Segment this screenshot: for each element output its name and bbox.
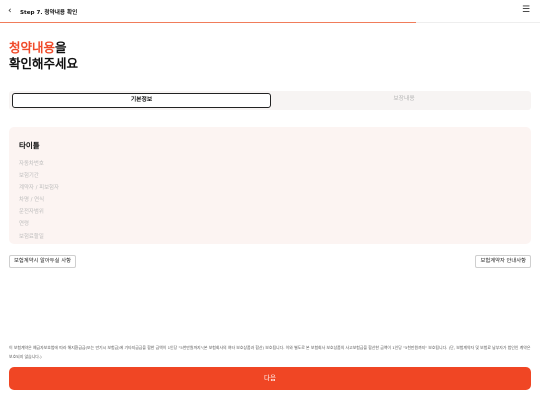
headline-line2: 확인해주세요 <box>9 56 79 71</box>
deposit-protection-notice: 이 보험계약은 예금자보호법에 따라 해지환급금(또는 만기시 보험금)에 기타… <box>9 345 531 359</box>
contract-notes-button[interactable]: 보험계약시 알아두실 사항 <box>9 255 76 268</box>
top-bar: ‹ Step 7. 청약내용 확인 ☰ <box>0 0 540 24</box>
headline-suffix: 을 <box>55 40 67 55</box>
card-row-discount: 보험료할일 <box>19 233 44 240</box>
card-rows: 자동차번호 보험기간 계약자 / 피보험자 차명 / 연식 운전자범위 연령 보… <box>19 158 59 243</box>
card-row-age: 연령 <box>19 221 29 228</box>
back-chevron-icon[interactable]: ‹ <box>8 6 12 16</box>
policyholder-guide-button[interactable]: 보험계약자 안내사항 <box>475 255 531 268</box>
summary-card: 타이틀 자동차번호 보험기간 계약자 / 피보험자 차명 / 연식 운전자범위 … <box>9 127 531 244</box>
card-row-car-model: 차명 / 연식 <box>19 197 45 204</box>
page-headline: 청약내용을 확인해주세요 <box>9 40 78 72</box>
next-button[interactable]: 다음 <box>9 367 531 390</box>
card-row-period: 보험기간 <box>19 173 39 180</box>
hamburger-menu-icon[interactable]: ☰ <box>522 5 530 15</box>
tab-basic-info[interactable]: 기본정보 <box>12 93 271 108</box>
progress-track <box>0 22 540 23</box>
card-title: 타이틀 <box>19 141 40 150</box>
headline-accent: 청약내용 <box>9 40 56 55</box>
card-row-car-number: 자동차번호 <box>19 161 44 167</box>
tab-switcher: 기본정보 보장내용 <box>9 91 531 110</box>
card-row-insured: 계약자 / 피보험자 <box>19 185 59 192</box>
step-title: Step 7. 청약내용 확인 <box>20 10 78 16</box>
card-row-driver-range: 운전자범위 <box>19 209 44 216</box>
tab-coverage[interactable]: 보장내용 <box>279 93 529 106</box>
progress-fill <box>0 22 416 23</box>
